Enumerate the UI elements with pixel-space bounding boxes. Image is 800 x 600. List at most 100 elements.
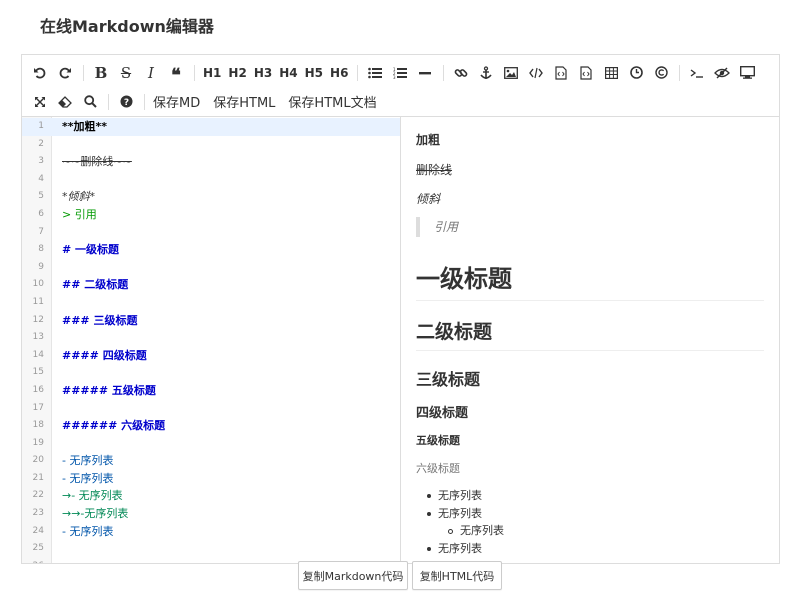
- help-icon[interactable]: ?: [114, 90, 138, 114]
- code-line[interactable]: 20 - 无序列表: [22, 452, 400, 470]
- code-icon[interactable]: [524, 61, 548, 85]
- code-line[interactable]: 13: [22, 329, 400, 347]
- preview-toggle-icon[interactable]: [710, 61, 734, 85]
- h1-button[interactable]: H1: [200, 61, 224, 85]
- fullscreen-preview-icon[interactable]: [735, 61, 759, 85]
- preview-heading-4: 四级标题: [416, 406, 469, 421]
- code-line[interactable]: 5 *倾斜*: [22, 188, 400, 206]
- table-icon[interactable]: [599, 61, 623, 85]
- image-icon[interactable]: [499, 61, 523, 85]
- code-line-text: ###### 六级标题: [62, 419, 166, 433]
- undo-icon[interactable]: [28, 61, 52, 85]
- save-html-button[interactable]: 保存HTML: [210, 90, 278, 114]
- code-line-text: ## 二级标题: [62, 278, 129, 292]
- code-line[interactable]: 4: [22, 171, 400, 189]
- code-line[interactable]: 14 #### 四级标题: [22, 347, 400, 365]
- code-line[interactable]: 11: [22, 294, 400, 312]
- redo-icon[interactable]: [53, 61, 77, 85]
- toolbar-separator: [108, 93, 109, 110]
- quote-icon[interactable]: ❝: [164, 61, 188, 85]
- save-html-doc-button[interactable]: 保存HTML文档: [285, 90, 379, 114]
- code-line[interactable]: 7: [22, 224, 400, 242]
- h5-button[interactable]: H5: [302, 61, 326, 85]
- code-line[interactable]: 16 ##### 五级标题: [22, 382, 400, 400]
- toolbar-separator: [194, 64, 195, 81]
- code-line[interactable]: 3 ~~删除线~~: [22, 153, 400, 171]
- preview-heading-1: 一级标题: [416, 259, 764, 301]
- line-number: 24: [32, 525, 44, 536]
- h2-button[interactable]: H2: [225, 61, 249, 85]
- line-number: 14: [32, 349, 44, 360]
- code-line-text: - 无序列表: [62, 454, 114, 468]
- line-number: 26: [22, 558, 44, 563]
- code-line[interactable]: 22 →- 无序列表: [22, 487, 400, 505]
- toolbar-separator: [443, 64, 445, 81]
- save-md-button[interactable]: 保存MD: [150, 90, 203, 114]
- code-line[interactable]: 25: [22, 540, 400, 558]
- line-number: 19: [32, 437, 44, 448]
- code-line-text: ~~删除线~~: [62, 155, 132, 169]
- anchor-icon[interactable]: [474, 61, 498, 85]
- h4-button[interactable]: H4: [276, 61, 300, 85]
- unordered-list-icon[interactable]: [363, 61, 387, 85]
- code-line-text: →- 无序列表: [62, 489, 123, 503]
- code-line[interactable]: 2: [22, 136, 400, 154]
- h3-button[interactable]: H3: [251, 61, 275, 85]
- toolbar-separator: [144, 93, 145, 110]
- page-title: 在线Markdown编辑器: [40, 17, 214, 36]
- copy-markdown-button[interactable]: 复制Markdown代码: [298, 561, 408, 590]
- code-line[interactable]: 10 ## 二级标题: [22, 276, 400, 294]
- copyright-icon[interactable]: [649, 61, 673, 85]
- search-icon[interactable]: [78, 90, 102, 114]
- code-file-icon[interactable]: [574, 61, 598, 85]
- code-lines[interactable]: 1 **加粗** 2 3 ~~删除线~~ 4 5 *倾斜* 6 > 引用 7 8 # 一级标题 9 10 ##…: [22, 118, 400, 563]
- datetime-icon[interactable]: [624, 61, 648, 85]
- line-number: 8: [38, 244, 44, 255]
- line-number: 12: [32, 314, 44, 325]
- h6-button[interactable]: H6: [327, 61, 351, 85]
- code-line-text: - 无序列表: [62, 471, 114, 485]
- line-number: 20: [32, 455, 44, 466]
- preview-bold-text: 加粗: [416, 133, 441, 147]
- strikethrough-icon[interactable]: S: [114, 61, 138, 85]
- copy-html-button[interactable]: 复制HTML代码: [412, 561, 502, 590]
- code-line[interactable]: 9: [22, 259, 400, 277]
- code-line-text: - 无序列表: [62, 524, 114, 538]
- toolbar-separator: [357, 64, 359, 81]
- code-line[interactable]: 23 →→-无序列表: [22, 505, 400, 523]
- preview-pane: 加粗 删除线 倾斜 引用 一级标题 二级标题 三级标题 四级标题 五级标题 六级…: [401, 117, 779, 563]
- code-block-icon[interactable]: [549, 61, 573, 85]
- code-line-text: →→-无序列表: [62, 507, 129, 521]
- code-line[interactable]: 18 ###### 六级标题: [22, 417, 400, 435]
- toolbar-row-2: ? 保存MD 保存HTML 保存HTML文档: [28, 87, 773, 116]
- italic-icon[interactable]: I: [139, 61, 163, 85]
- preview-heading-2: 二级标题: [416, 317, 764, 351]
- toolbar-separator: [83, 64, 84, 81]
- list-bullet: [427, 494, 431, 498]
- line-number: 2: [38, 138, 44, 149]
- code-line[interactable]: 6 > 引用: [22, 206, 400, 224]
- preview-list-item: 无序列表: [438, 542, 482, 555]
- code-line[interactable]: 17: [22, 400, 400, 418]
- code-line[interactable]: 1 **加粗**: [22, 118, 400, 136]
- toolbar-separator: [679, 64, 681, 81]
- code-line[interactable]: 12 ### 三级标题: [22, 312, 400, 330]
- code-line[interactable]: 24 - 无序列表: [22, 523, 400, 541]
- fullscreen-icon[interactable]: [28, 90, 52, 114]
- code-line[interactable]: 15: [22, 364, 400, 382]
- preview-italic-text: 倾斜: [416, 192, 441, 206]
- horizontal-rule-icon[interactable]: [413, 61, 437, 85]
- code-line[interactable]: 19: [22, 435, 400, 453]
- terminal-icon[interactable]: [685, 61, 709, 85]
- code-line-text: # 一级标题: [62, 243, 120, 257]
- line-number: 6: [38, 208, 44, 219]
- list-bullet: [427, 512, 431, 516]
- eraser-icon[interactable]: [53, 90, 77, 114]
- ordered-list-icon[interactable]: 123: [388, 61, 412, 85]
- link-icon[interactable]: [449, 61, 473, 85]
- code-line[interactable]: 8 # 一级标题: [22, 241, 400, 259]
- code-editor-pane[interactable]: 1 **加粗** 2 3 ~~删除线~~ 4 5 *倾斜* 6 > 引用 7 8 # 一级标题 9 10 ##…: [22, 117, 401, 563]
- toolbar-row-1: B S I ❝ H1 H2 H3 H4 H5 H6 123: [28, 58, 773, 87]
- bold-icon[interactable]: B: [89, 61, 113, 85]
- code-line[interactable]: 21 - 无序列表: [22, 470, 400, 488]
